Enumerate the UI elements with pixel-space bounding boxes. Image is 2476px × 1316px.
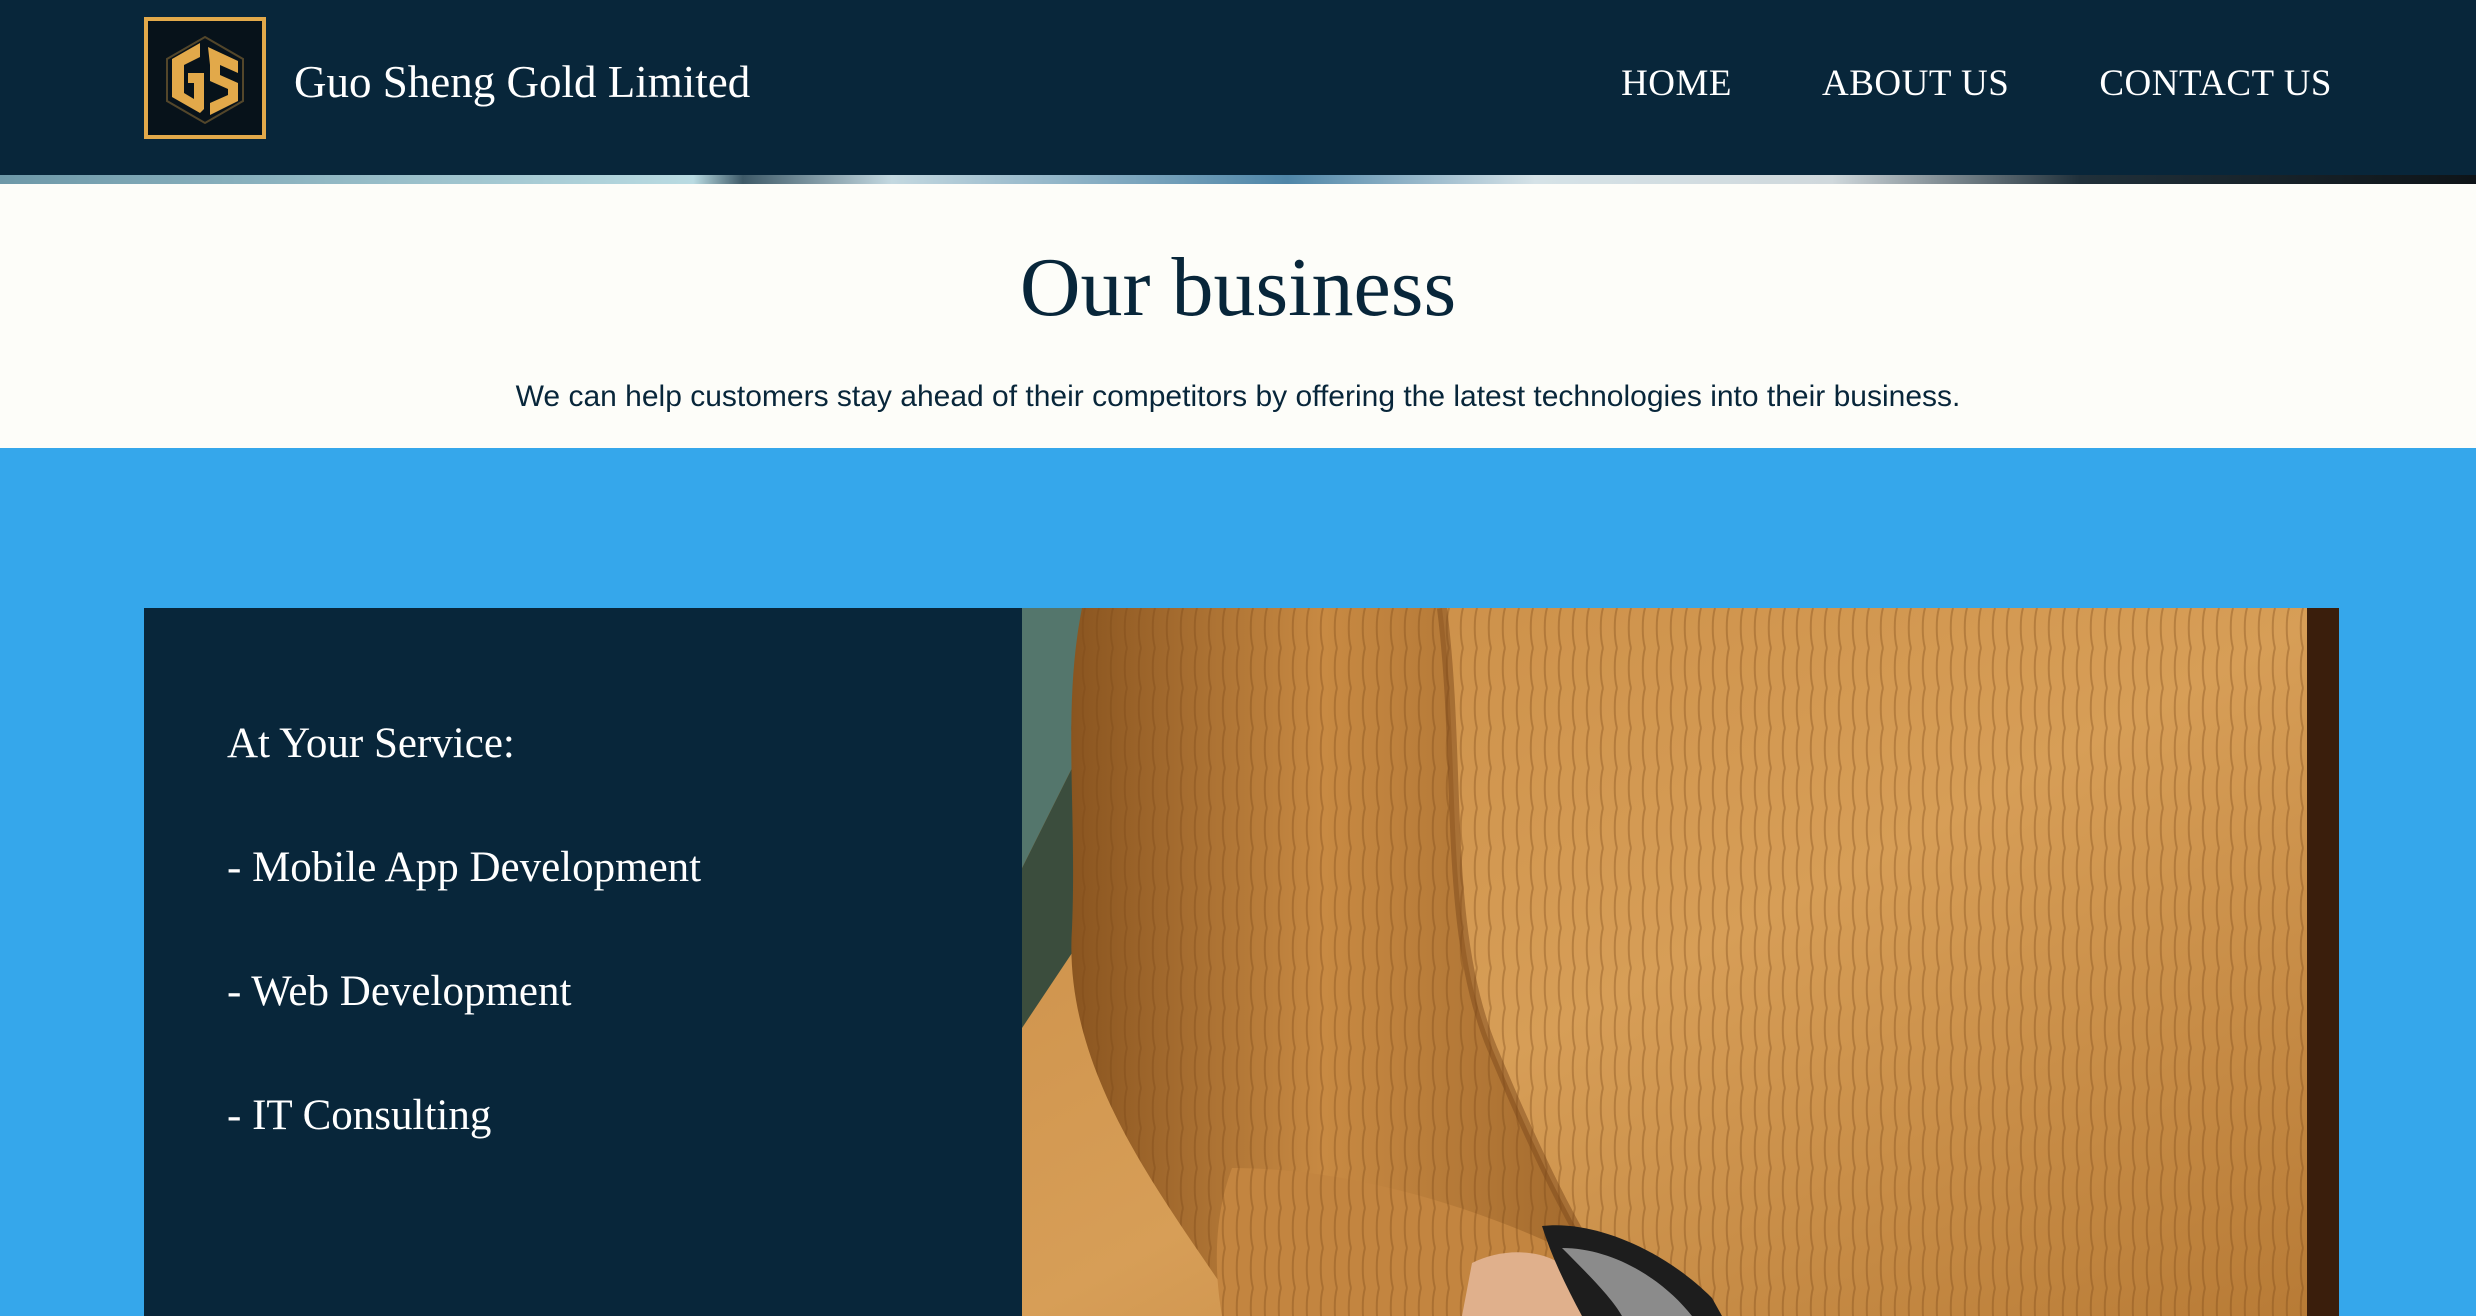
nav-home-link[interactable]: HOME xyxy=(1621,58,1732,110)
main-nav: HOME ABOUT US CONTACT US xyxy=(1621,58,2332,110)
section-title: Our business xyxy=(1019,241,1457,334)
hero-image-strip xyxy=(0,175,2476,184)
nav-contact-link[interactable]: CONTACT US xyxy=(2099,58,2332,110)
section-subtitle: We can help customers stay ahead of thei… xyxy=(515,380,1961,413)
service-item-web: - Web Development xyxy=(227,968,572,1015)
services-heading: At Your Service: xyxy=(227,720,515,767)
services-card: At Your Service: - Mobile App Developmen… xyxy=(144,608,1022,1316)
services-section: At Your Service: - Mobile App Developmen… xyxy=(0,448,2476,1316)
service-item-mobile: - Mobile App Development xyxy=(227,844,702,891)
service-item-consulting: - IT Consulting xyxy=(227,1092,492,1139)
gs-monogram-icon xyxy=(166,35,244,125)
site-header: Guo Sheng Gold Limited HOME ABOUT US CON… xyxy=(0,0,2476,175)
nav-about-link[interactable]: ABOUT US xyxy=(1822,58,2009,110)
brand-name[interactable]: Guo Sheng Gold Limited xyxy=(294,52,750,112)
sweater-photo xyxy=(1022,608,2339,1316)
gs-logo-icon[interactable] xyxy=(144,17,266,139)
our-business-section: Our business We can help customers stay … xyxy=(0,184,2476,448)
